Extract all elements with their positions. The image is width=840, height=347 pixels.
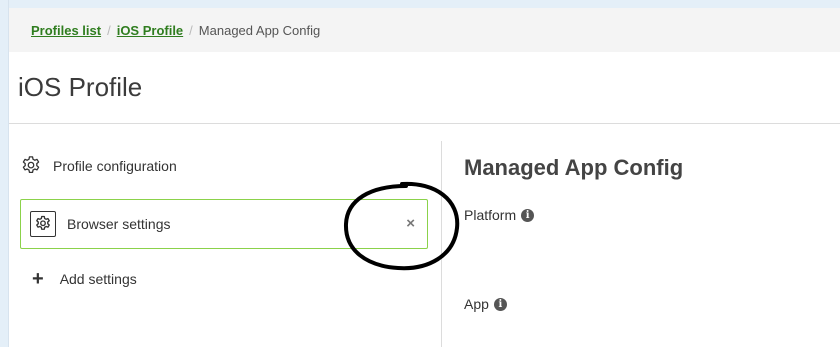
- info-icon[interactable]: i: [493, 297, 507, 311]
- platform-label-text: Platform: [464, 207, 517, 223]
- gear-icon: [20, 155, 42, 177]
- window-frame-left: [0, 0, 9, 347]
- add-settings-label: Add settings: [59, 271, 137, 287]
- breadcrumb: Profiles list / iOS Profile / Managed Ap…: [9, 8, 840, 52]
- sidebar-item-label: Browser settings: [67, 216, 171, 232]
- window-frame-top: [9, 0, 840, 8]
- page-title: iOS Profile: [18, 72, 143, 102]
- breadcrumb-current: Managed App Config: [198, 22, 321, 38]
- app-label-text: App: [464, 296, 489, 312]
- gear-box-icon: [30, 211, 56, 237]
- breadcrumb-separator: /: [107, 22, 111, 38]
- breadcrumb-separator: /: [189, 22, 193, 38]
- app-field-label: App i: [464, 296, 507, 312]
- plus-icon: +: [32, 268, 44, 290]
- section-title: Managed App Config: [464, 155, 684, 180]
- platform-field-label: Platform i: [464, 207, 535, 223]
- breadcrumb-profiles-list[interactable]: Profiles list: [31, 23, 101, 38]
- highlight-circle-annotation: [343, 181, 460, 271]
- info-icon[interactable]: i: [521, 208, 535, 222]
- breadcrumb-ios-profile[interactable]: iOS Profile: [117, 23, 183, 38]
- sidebar-item-label: Profile configuration: [53, 158, 177, 174]
